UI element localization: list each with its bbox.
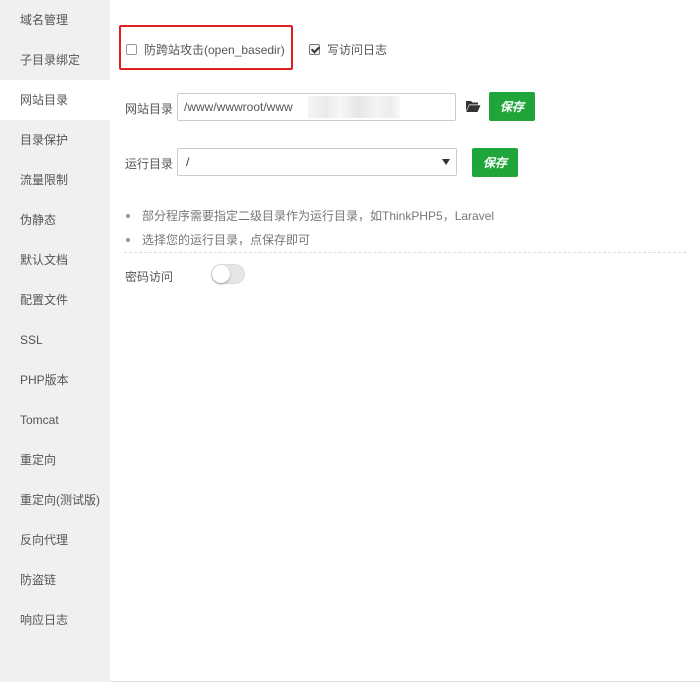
sidebar-item-tomcat[interactable]: Tomcat: [0, 400, 110, 440]
write-log-option[interactable]: 写访问日志: [309, 41, 387, 58]
run-dir-label: 运行目录: [125, 157, 174, 171]
toggle-knob: [212, 265, 230, 283]
run-dir-save-button[interactable]: 保存: [472, 148, 518, 177]
sidebar-item-redirect[interactable]: 重定向: [0, 440, 110, 480]
write-log-checkbox[interactable]: [309, 44, 320, 55]
tips-list: 部分程序需要指定二级目录作为运行目录，如ThinkPHP5，Laravel 选择…: [124, 207, 494, 255]
sidebar-item-redirect-beta[interactable]: 重定向(测试版): [0, 480, 110, 520]
sidebar-item-reverse-proxy[interactable]: 反向代理: [0, 520, 110, 560]
anti-xss-option[interactable]: 防跨站攻击(open_basedir): [126, 41, 285, 58]
sidebar-item-ssl[interactable]: SSL: [0, 320, 110, 360]
site-dir-label: 网站目录: [125, 102, 174, 116]
sidebar-item-site-directory[interactable]: 网站目录: [0, 80, 110, 120]
site-dir-save-button[interactable]: 保存: [489, 92, 535, 121]
tip-item: 选择您的运行目录，点保存即可: [124, 231, 494, 249]
folder-open-icon[interactable]: [465, 99, 481, 113]
sidebar-item-config-file[interactable]: 配置文件: [0, 280, 110, 320]
anti-xss-label: 防跨站攻击(open_basedir): [144, 43, 285, 57]
redacted-path-blur: [308, 96, 400, 118]
sidebar-item-subdirectory-binding[interactable]: 子目录绑定: [0, 40, 110, 80]
sidebar-item-response-log[interactable]: 响应日志: [0, 600, 110, 640]
sidebar-item-directory-protection[interactable]: 目录保护: [0, 120, 110, 160]
sidebar-item-default-document[interactable]: 默认文档: [0, 240, 110, 280]
run-dir-selected-value: /: [186, 155, 190, 169]
sidebar-item-hotlink-protection[interactable]: 防盗链: [0, 560, 110, 600]
divider: [124, 252, 686, 253]
sidebar-item-php-version[interactable]: PHP版本: [0, 360, 110, 400]
tip-item: 部分程序需要指定二级目录作为运行目录，如ThinkPHP5，Laravel: [124, 207, 494, 225]
password-access-toggle[interactable]: [211, 264, 245, 284]
sidebar-item-traffic-limit[interactable]: 流量限制: [0, 160, 110, 200]
write-log-label: 写访问日志: [327, 43, 388, 57]
main-panel: 防跨站攻击(open_basedir) 写访问日志 网站目录 保存 运行目录 /…: [110, 0, 700, 682]
anti-xss-checkbox[interactable]: [126, 44, 137, 55]
sidebar-item-domain-management[interactable]: 域名管理: [0, 0, 110, 40]
run-dir-select[interactable]: /: [177, 148, 457, 176]
sidebar-item-rewrite[interactable]: 伪静态: [0, 200, 110, 240]
password-access-label: 密码访问: [125, 270, 174, 284]
sidebar: 域名管理 子目录绑定 网站目录 目录保护 流量限制 伪静态 默认文档 配置文件 …: [0, 0, 110, 682]
dropdown-arrow-icon: [442, 159, 450, 165]
